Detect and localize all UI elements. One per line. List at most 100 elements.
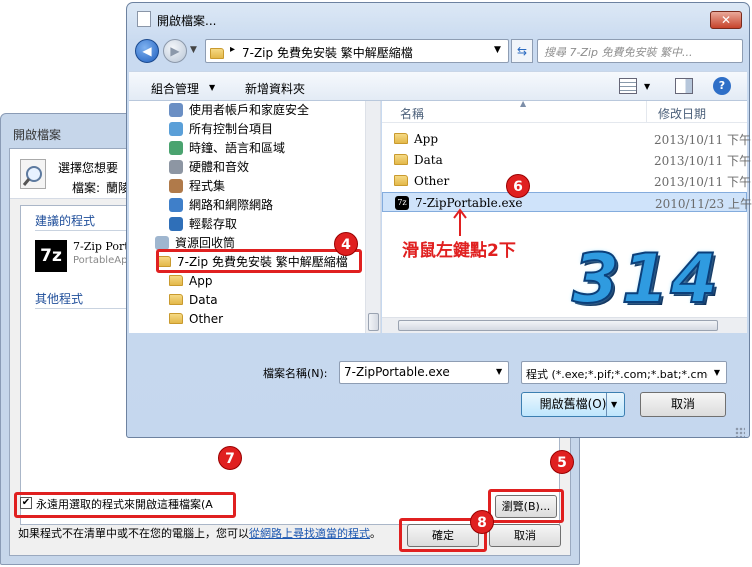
address-bar[interactable]: ▸ 7-Zip 免費免安裝 繁中解壓縮檔 ▼	[205, 39, 509, 63]
tree-scrollbar[interactable]	[365, 101, 380, 333]
users-icon	[169, 102, 183, 117]
horizontal-scrollbar[interactable]	[382, 317, 747, 333]
filename-value[interactable]: 7-ZipPortable.exe	[344, 365, 450, 379]
folder-icon	[394, 133, 408, 144]
7zip-exe-icon: 7z	[395, 195, 409, 210]
tree-item[interactable]: Other	[169, 310, 223, 329]
cancel-button[interactable]: 取消	[640, 392, 726, 417]
tree-item[interactable]: 時鐘、語言和區域	[169, 139, 285, 158]
tree-item[interactable]: Data	[169, 291, 218, 310]
search-box[interactable]: 搜尋 7-Zip 免費免安裝 繁中...	[537, 39, 743, 63]
column-divider	[646, 101, 647, 123]
tree-item-label: App	[189, 274, 213, 288]
navigation-pane[interactable]: 使用者帳戶和家庭安全所有控制台項目 時鐘、語言和區域硬體和音效程式集網路和網際網路…	[129, 101, 381, 333]
new-folder-button[interactable]: 新增資料夾	[245, 80, 305, 97]
folder-icon	[169, 313, 183, 324]
file-name-label: App	[414, 132, 439, 146]
document-icon	[137, 11, 151, 27]
help-icon[interactable]: ?	[713, 77, 731, 95]
file-row[interactable]: Other 2013/10/11 下午	[382, 171, 751, 191]
tree-item-label: 使用者帳戶和家庭安全	[189, 103, 310, 117]
organize-dropdown-icon[interactable]: ▼	[209, 83, 215, 92]
forward-button[interactable]: ▶	[163, 39, 187, 63]
marker-box-4	[156, 249, 362, 273]
resize-grip-icon[interactable]	[735, 427, 745, 437]
scrollbar-thumb[interactable]	[368, 313, 379, 331]
open-label: 開啟舊檔(O)	[539, 397, 607, 411]
recommended-heading: 建議的程式	[35, 214, 96, 228]
view-options-icon[interactable]	[619, 78, 637, 94]
command-bar: 組合管理 ▼ 新增資料夾 ▼ ?	[129, 71, 747, 101]
double-click-hint: 滑鼠左鍵點2下	[402, 241, 516, 261]
open-button[interactable]: 開啟舊檔(O) ▼	[521, 392, 625, 417]
folder-icon	[394, 175, 408, 186]
tree-item-label: 程式集	[189, 179, 226, 193]
tree-item-label: Other	[189, 312, 224, 326]
recycle-bin-icon	[155, 235, 169, 250]
file-date: 2013/10/11 下午	[654, 175, 751, 189]
file-name: Other	[394, 171, 449, 191]
marker-badge-8: 8	[470, 510, 494, 534]
folder-icon	[169, 275, 183, 286]
tree-item-label: 輕鬆存取	[189, 217, 238, 231]
network-icon	[169, 197, 183, 212]
cancel-button[interactable]: 取消	[489, 524, 561, 547]
address-dropdown-icon[interactable]: ▼	[494, 45, 501, 55]
tree-item[interactable]: 所有控制台項目	[169, 120, 273, 139]
file-name: App	[394, 129, 438, 149]
tree-item[interactable]: 程式集	[169, 177, 225, 196]
tree-item-label: 網路和網際網路	[189, 198, 274, 212]
filename-dropdown-icon[interactable]: ▼	[496, 367, 502, 376]
tree-item[interactable]: 網路和網際網路	[169, 196, 273, 215]
file-row[interactable]: 7z 7-ZipPortable.exe 2010/11/23 上午	[382, 192, 752, 212]
always-use-checkbox[interactable]: ✔	[20, 497, 32, 509]
file-row[interactable]: App 2013/10/11 下午	[382, 129, 751, 149]
marker-badge-4: 4	[334, 232, 358, 256]
col-modified[interactable]: 修改日期	[658, 105, 706, 122]
history-dropdown-icon[interactable]: ▼	[190, 45, 197, 55]
file-label: 檔案:	[72, 181, 101, 195]
tree-item[interactable]: App	[169, 272, 212, 291]
close-button[interactable]: ✕	[710, 11, 742, 29]
tree-item[interactable]: 硬體和音效	[169, 158, 249, 177]
tree-item[interactable]: 輕鬆存取	[169, 215, 237, 234]
tree-item-label: 資源回收筒	[175, 236, 236, 250]
open-dropdown-icon[interactable]: ▼	[611, 393, 617, 416]
tree-list: 使用者帳戶和家庭安全所有控制台項目 時鐘、語言和區域硬體和音效程式集網路和網際網路…	[129, 101, 369, 333]
footer-end: 。	[370, 527, 381, 540]
folder-icon	[394, 154, 408, 165]
file-date: 2010/11/23 上午	[655, 197, 752, 211]
filetype-value: 程式 (*.exe;*.pif;*.com;*.bat;*.cmd	[526, 368, 715, 381]
col-name[interactable]: 名稱	[400, 105, 424, 122]
refresh-icon[interactable]: ⇆	[511, 39, 533, 63]
filename-combobox[interactable]: 7-ZipPortable.exe ▼	[339, 361, 509, 384]
tree-item-label: 硬體和音效	[189, 160, 250, 174]
find-online-link[interactable]: 從網路上尋找適當的程式	[249, 527, 370, 540]
marker-badge-7: 7	[218, 446, 242, 470]
browse-button[interactable]: 瀏覽(B)...	[495, 495, 557, 518]
file-date: 2013/10/11 下午	[654, 133, 751, 147]
tree-item[interactable]: 使用者帳戶和家庭安全	[169, 101, 309, 120]
organize-menu[interactable]: 組合管理	[151, 80, 199, 97]
filetype-dropdown-icon[interactable]: ▼	[708, 362, 726, 383]
other-heading: 其他程式	[35, 292, 84, 306]
pointer-arrow-icon	[453, 208, 467, 236]
file-rows: App 2013/10/11 下午 Data 2013/10/11 下午 Other 20…	[382, 129, 752, 249]
breadcrumb-current[interactable]: 7-Zip 免費免安裝 繁中解壓縮檔	[242, 44, 413, 61]
hscroll-thumb[interactable]	[398, 320, 718, 331]
preview-pane-icon[interactable]	[675, 78, 693, 94]
view-dropdown-icon[interactable]: ▼	[644, 82, 650, 91]
split-divider	[606, 393, 607, 416]
filename-label: 檔案名稱(N):	[263, 367, 328, 380]
column-header: 名稱 ▲ 修改日期	[382, 99, 747, 123]
ok-button[interactable]: 確定	[407, 524, 479, 547]
filetype-select[interactable]: 程式 (*.exe;*.pif;*.com;*.bat;*.cmd ▼	[521, 361, 727, 384]
back-button[interactable]: ◀	[135, 39, 159, 63]
file-name-label: Other	[414, 174, 450, 188]
document-search-icon	[20, 159, 46, 189]
file-row[interactable]: Data 2013/10/11 下午	[382, 150, 751, 170]
dialog-title: 開啟檔案	[13, 128, 62, 142]
control-panel-icon	[169, 121, 183, 136]
7zip-logo-icon: 7z	[35, 240, 67, 272]
file-name-label: 7-ZipPortable.exe	[415, 196, 523, 210]
